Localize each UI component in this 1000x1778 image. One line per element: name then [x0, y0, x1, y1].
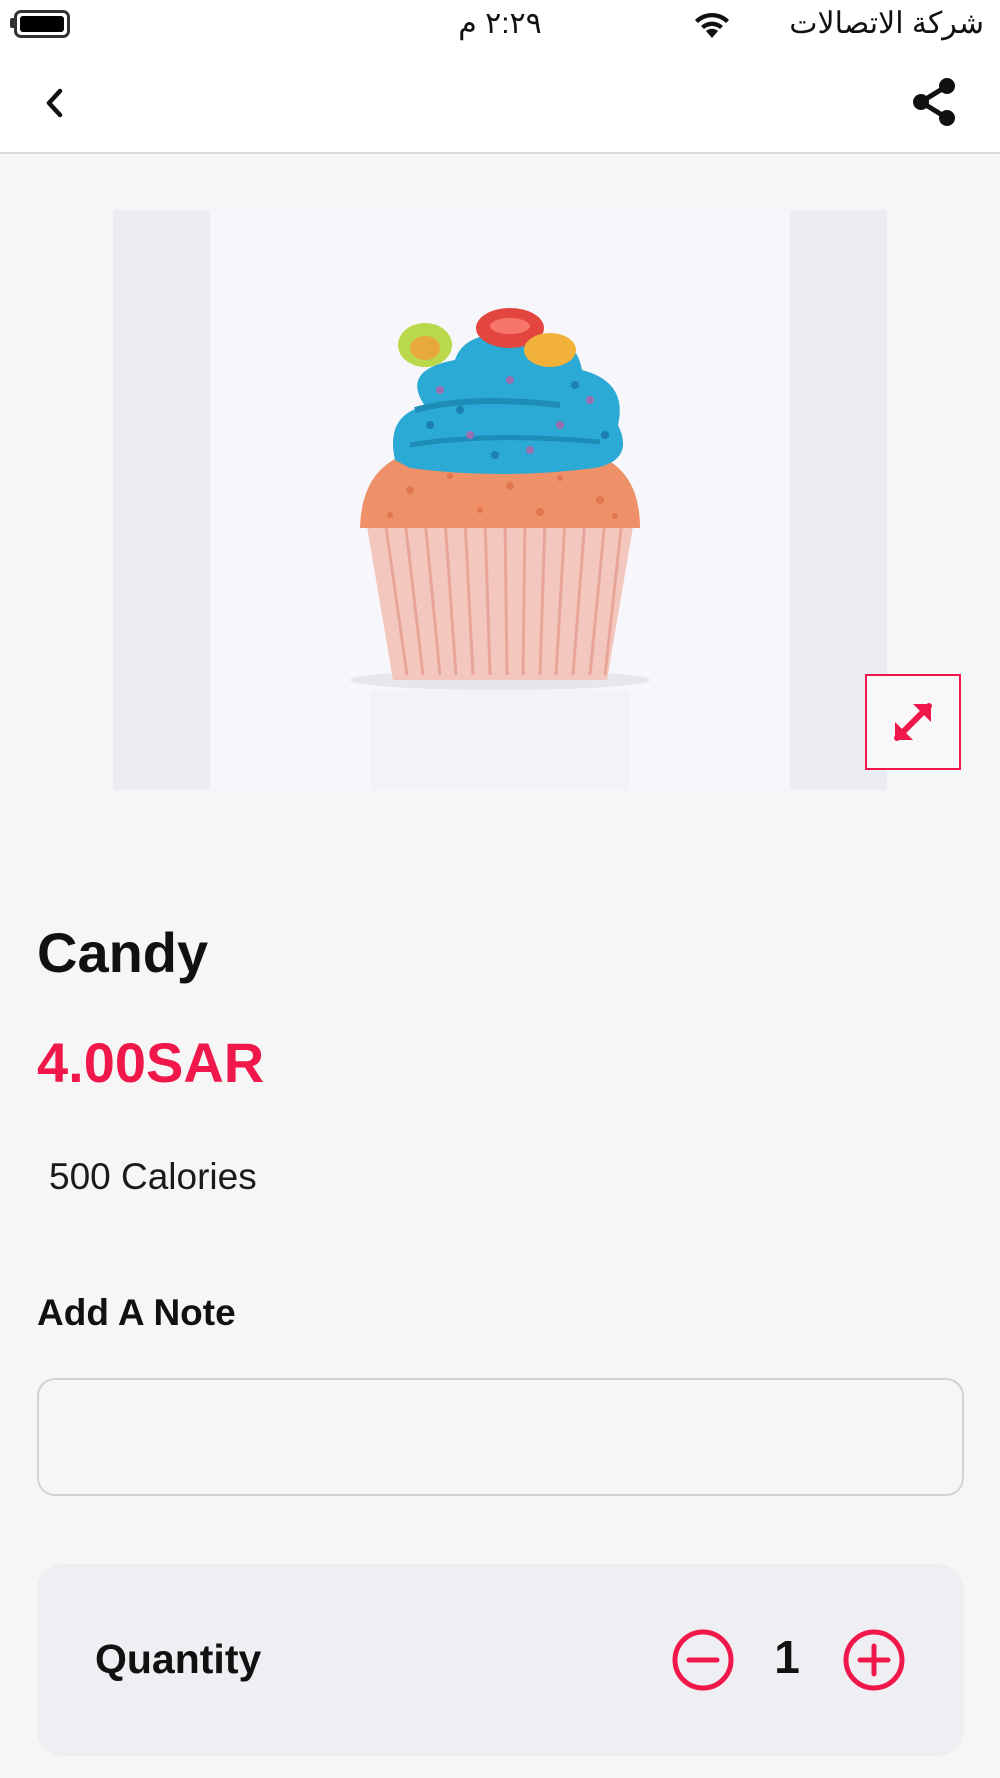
quantity-label: Quantity — [95, 1636, 262, 1682]
battery-cap — [10, 18, 14, 28]
note-input[interactable] — [37, 1378, 964, 1496]
decrease-quantity-button[interactable] — [671, 1628, 735, 1692]
quantity-card: Quantity 1 — [37, 1564, 964, 1756]
product-image-frame — [210, 210, 790, 790]
share-button[interactable] — [904, 72, 964, 132]
wifi-icon — [695, 12, 729, 38]
product-image[interactable] — [113, 210, 887, 790]
cupcake-illustration — [350, 308, 650, 790]
carrier-name: شركة الاتصالات — [789, 7, 984, 40]
plus-circle-icon — [843, 1629, 905, 1691]
increase-quantity-button[interactable] — [842, 1628, 906, 1692]
quantity-value: 1 — [774, 1631, 800, 1683]
minus-circle-icon — [672, 1629, 734, 1691]
expand-image-button[interactable] — [865, 674, 961, 770]
note-label: Add A Note — [37, 1292, 236, 1333]
expand-arrows-icon — [894, 703, 932, 741]
status-bar: ٢:٢٩ م شركة الاتصالات — [0, 0, 1000, 50]
product-price: 4.00SAR — [37, 1031, 265, 1094]
calories-text: 500 Calories — [49, 1156, 257, 1197]
battery-icon — [14, 10, 70, 38]
product-name: Candy — [37, 921, 209, 984]
back-button[interactable] — [30, 78, 80, 128]
app-bar — [0, 50, 1000, 154]
status-time: ٢:٢٩ م — [458, 7, 542, 40]
chevron-left-icon — [46, 88, 63, 118]
share-icon — [913, 78, 955, 126]
